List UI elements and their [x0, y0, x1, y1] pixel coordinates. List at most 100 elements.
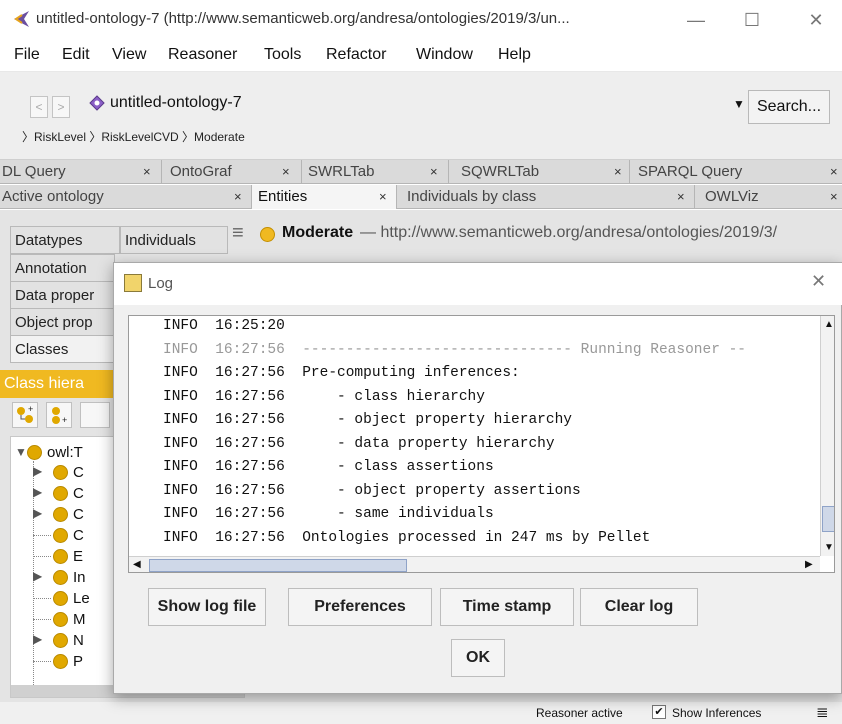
tab-close-icon[interactable]: × [430, 160, 438, 183]
tab-entities[interactable]: Entities × [252, 185, 397, 209]
tree-item-thing[interactable]: owl:T [47, 444, 83, 461]
log-line: INFO 16:27:56 - class hierarchy [163, 388, 485, 405]
close-icon[interactable]: ✕ [796, 6, 836, 34]
menu-reasoner[interactable]: Reasoner [168, 46, 237, 64]
tab-object-properties[interactable]: Object prop [10, 308, 115, 336]
horizontal-scroll-thumb[interactable] [149, 559, 407, 572]
window-titlebar: untitled-ontology-7 (http://www.semantic… [0, 0, 842, 40]
time-stamp-button[interactable]: Time stamp [440, 588, 574, 626]
tree-item[interactable]: C [73, 464, 84, 481]
expand-icon[interactable]: ▶ [33, 569, 42, 583]
tab-individuals[interactable]: Individuals [120, 226, 228, 254]
menu-file[interactable]: File [14, 46, 40, 64]
log-text-area[interactable]: INFO 16:25:20 INFO 16:27:56 ------------… [128, 315, 835, 573]
tab-label: OntoGraf [170, 163, 232, 180]
tree-item[interactable]: N [73, 632, 84, 649]
tab-datatypes[interactable]: Datatypes [10, 226, 120, 254]
menu-edit[interactable]: Edit [62, 46, 90, 64]
log-close-icon[interactable]: ✕ [811, 271, 826, 292]
tree-item[interactable]: Le [73, 590, 90, 607]
show-inferences-checkbox[interactable]: ✔ [652, 705, 666, 719]
status-menu-icon[interactable]: ≣ [816, 703, 829, 721]
log-dialog: Log ✕ INFO 16:25:20 INFO 16:27:56 ------… [113, 262, 842, 694]
tab-label: Individuals by class [407, 188, 537, 205]
show-log-file-button[interactable]: Show log file [148, 588, 266, 626]
tab-annotation[interactable]: Annotation [10, 254, 115, 282]
scroll-up-icon[interactable]: ▲ [824, 319, 834, 330]
ontology-selector[interactable]: untitled-ontology-7 [110, 94, 242, 112]
delete-class-icon[interactable] [80, 402, 110, 428]
tab-dl-query[interactable]: DL Query × [0, 160, 162, 184]
tab-owlviz[interactable]: OWLViz × [695, 185, 842, 209]
tab-swrltab[interactable]: SWRLTab × [302, 160, 449, 184]
class-node-icon [53, 633, 68, 648]
scroll-down-icon[interactable]: ▼ [824, 542, 834, 553]
tab-label: SQWRLTab [461, 163, 540, 180]
ontology-diamond-icon [89, 95, 105, 111]
tab-close-icon[interactable]: × [379, 185, 387, 208]
log-line: INFO 16:27:56 - class assertions [163, 459, 494, 475]
tab-close-icon[interactable]: × [282, 160, 290, 183]
horizontal-scrollbar[interactable]: ◀ ▶ [129, 556, 820, 572]
log-line: INFO 16:27:56 - data property hierarchy [163, 435, 555, 452]
tab-classes[interactable]: Classes [10, 335, 115, 363]
tab-close-icon[interactable]: × [830, 160, 838, 183]
clear-log-button[interactable]: Clear log [580, 588, 698, 626]
menu-view[interactable]: View [112, 46, 146, 64]
tree-item[interactable]: M [73, 611, 86, 628]
tab-data-properties[interactable]: Data proper [10, 281, 115, 309]
ok-button[interactable]: OK [451, 639, 505, 677]
svg-text:+: + [28, 404, 33, 414]
log-dialog-title: Log [148, 275, 174, 292]
back-button[interactable]: < [30, 96, 48, 118]
java-cup-icon [124, 274, 142, 292]
add-sibling-icon[interactable]: + [46, 402, 72, 428]
class-node-icon [53, 507, 68, 522]
tree-item[interactable]: P [73, 653, 83, 670]
minimize-icon[interactable]: — [676, 6, 716, 34]
chevron-down-icon[interactable]: ▼ [733, 97, 745, 111]
add-subclass-icon[interactable]: + [12, 402, 38, 428]
class-node-icon [53, 612, 68, 627]
tab-close-icon[interactable]: × [677, 185, 685, 208]
scroll-right-icon[interactable]: ▶ [805, 559, 813, 570]
menu-refactor[interactable]: Refactor [326, 46, 386, 64]
tab-row-2: Active ontology × Entities × Individuals… [0, 185, 842, 209]
tab-close-icon[interactable]: × [614, 160, 622, 183]
collapse-icon[interactable]: ▼ [15, 445, 27, 459]
tree-item[interactable]: E [73, 548, 83, 565]
expand-icon[interactable]: ▶ [33, 632, 42, 646]
tab-active-ontology[interactable]: Active ontology × [0, 185, 252, 209]
log-line: INFO 16:27:56 Pre-computing inferences: [163, 365, 520, 381]
expand-icon[interactable]: ▶ [33, 485, 42, 499]
scroll-left-icon[interactable]: ◀ [133, 559, 141, 570]
menu-window[interactable]: Window [416, 46, 473, 64]
maximize-icon[interactable]: ☐ [732, 6, 772, 34]
tab-close-icon[interactable]: × [830, 185, 838, 208]
class-node-icon [27, 445, 42, 460]
expand-icon[interactable]: ▶ [33, 506, 42, 520]
menu-icon[interactable]: ≡ [232, 222, 244, 245]
vertical-scrollbar[interactable]: ▲ ▼ [820, 316, 834, 556]
breadcrumb[interactable]: 〉RiskLevel 〉RiskLevelCVD 〉Moderate [22, 128, 245, 145]
menu-tools[interactable]: Tools [264, 46, 301, 64]
tab-sqwrltab[interactable]: SQWRLTab × [449, 160, 630, 184]
vertical-scroll-thumb[interactable] [822, 506, 834, 532]
expand-icon[interactable]: ▶ [33, 464, 42, 478]
tree-item[interactable]: C [73, 527, 84, 544]
tab-individuals-by-class[interactable]: Individuals by class × [397, 185, 695, 209]
preferences-button[interactable]: Preferences [288, 588, 432, 626]
tree-item[interactable]: In [73, 569, 86, 586]
tab-close-icon[interactable]: × [234, 185, 242, 208]
menu-help[interactable]: Help [498, 46, 531, 64]
tree-guide [33, 598, 51, 599]
tree-item[interactable]: C [73, 506, 84, 523]
tree-item[interactable]: C [73, 485, 84, 502]
tab-close-icon[interactable]: × [143, 160, 151, 183]
tab-sparql-query[interactable]: SPARQL Query × [630, 160, 842, 184]
forward-button[interactable]: > [52, 96, 70, 118]
tab-ontograf[interactable]: OntoGraf × [162, 160, 302, 184]
search-button[interactable]: Search... [748, 90, 830, 124]
class-icon [260, 227, 275, 242]
tab-label: Entities [258, 188, 308, 205]
